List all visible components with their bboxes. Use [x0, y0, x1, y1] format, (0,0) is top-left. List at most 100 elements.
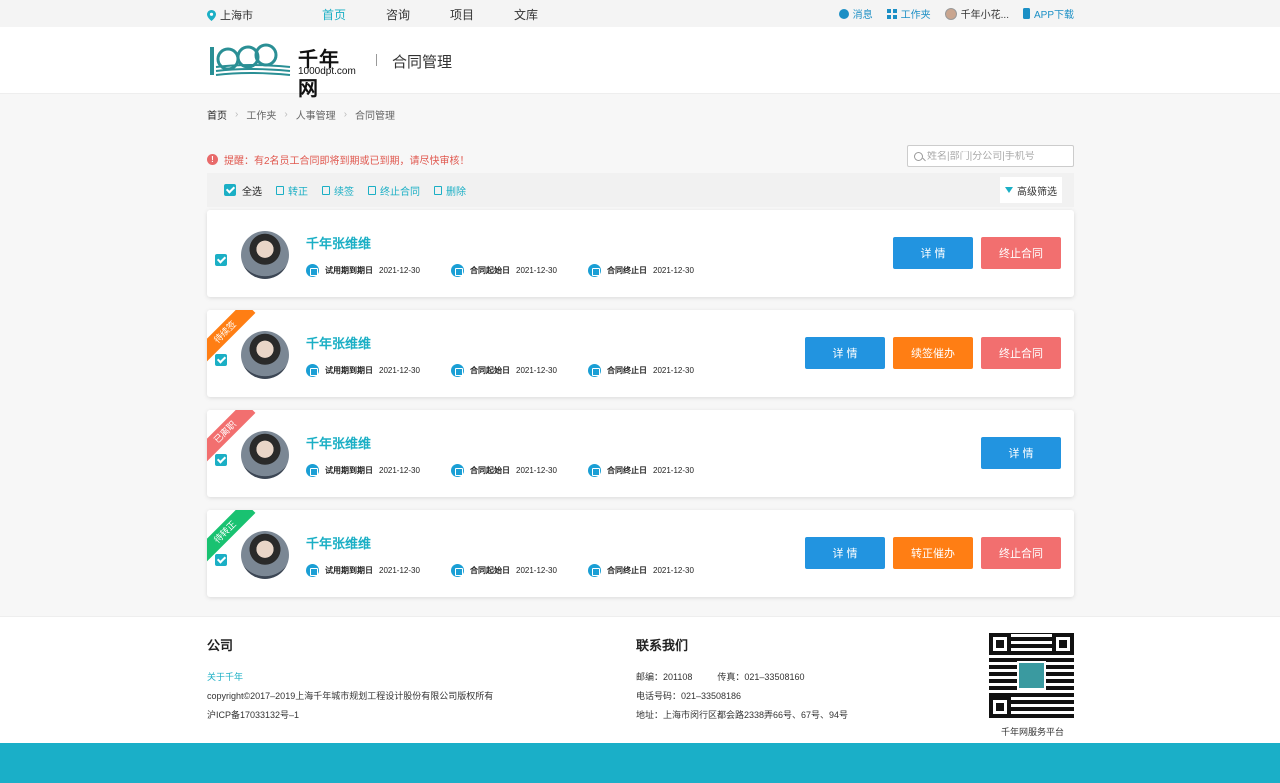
copyright-text: copyright©2017–2019上海千年城市规划工程设计股份有限公司版权所…: [207, 691, 494, 701]
search-box: [907, 145, 1074, 167]
nav-library[interactable]: 文库: [514, 6, 538, 23]
location-label: 上海市: [220, 10, 253, 22]
regularize-button[interactable]: 转正: [276, 183, 308, 198]
chevron-right-icon: ›: [284, 109, 288, 120]
bottom-band: [0, 743, 1280, 783]
terminate-button[interactable]: 终止合同: [368, 183, 420, 198]
date-value: 2021-12-30: [516, 566, 557, 575]
calendar-icon: [306, 264, 319, 277]
employee-name[interactable]: 千年张维维: [306, 533, 371, 552]
location-selector[interactable]: 上海市: [207, 7, 253, 23]
advanced-filter-label: 高级筛选: [1017, 186, 1057, 198]
renew-button[interactable]: 续签: [322, 183, 354, 198]
card-button[interactable]: 详 情: [981, 437, 1061, 469]
card-button[interactable]: 终止合同: [981, 537, 1061, 569]
site-logo[interactable]: 千年网 1000dpt.com: [208, 41, 360, 100]
date-value: 2021-12-30: [379, 266, 420, 275]
user-menu[interactable]: 千年小花...: [944, 6, 1009, 21]
nav-consult[interactable]: 咨询: [386, 6, 410, 23]
date-value: 2021-12-30: [653, 266, 694, 275]
avatar: [241, 331, 289, 379]
card-button[interactable]: 终止合同: [981, 237, 1061, 269]
delete-label: 删除: [446, 186, 466, 198]
nav-projects[interactable]: 项目: [450, 6, 474, 23]
date-label: 试用期到期日: [325, 466, 373, 475]
date-label: 合同起始日: [470, 566, 510, 575]
site-footer: 公司 关于千年 copyright©2017–2019上海千年城市规划工程设计股…: [0, 616, 1280, 743]
postcode-fax-line: 邮编：201108 传真：021–33508160: [636, 668, 848, 687]
card-button[interactable]: 详 情: [805, 537, 885, 569]
warning-icon: !: [207, 154, 218, 165]
row-checkbox[interactable]: [215, 454, 227, 466]
qr-logo: [1017, 661, 1046, 690]
calendar-icon: [306, 564, 319, 577]
calendar-icon: [588, 264, 601, 277]
footer-company-title: 公司: [207, 638, 234, 653]
date-field: 试用期到期日 2021-12-30: [306, 264, 451, 277]
date-field: 试用期到期日 2021-12-30: [306, 364, 451, 377]
date-field: 合同起始日 2021-12-30: [451, 564, 588, 577]
calendar-icon: [451, 264, 464, 277]
fax-text: 传真：021–33508160: [717, 672, 805, 682]
top-bar: 上海市 首页 咨询 项目 文库 消息 工作夹 千年小花... APP下载: [0, 0, 1280, 27]
breadcrumb-workspace[interactable]: 工作夹: [246, 107, 276, 122]
app-download-label: APP下载: [1033, 10, 1074, 21]
checkbox-checked-icon: [224, 184, 236, 196]
logo-graphic-icon: [210, 43, 291, 76]
date-field: 合同终止日 2021-12-30: [588, 364, 698, 377]
row-checkbox[interactable]: [215, 554, 227, 566]
card-button[interactable]: 详 情: [805, 337, 885, 369]
row-checkbox[interactable]: [215, 254, 227, 266]
employee-name[interactable]: 千年张维维: [306, 233, 371, 252]
search-input[interactable]: [927, 150, 1067, 162]
date-field: 试用期到期日 2021-12-30: [306, 464, 451, 477]
about-link[interactable]: 关于千年: [207, 668, 493, 687]
avatar: [241, 231, 289, 279]
app-download-link[interactable]: APP下载: [1022, 6, 1074, 21]
top-nav: 首页 咨询 项目 文库: [322, 6, 538, 23]
workspace-label: 工作夹: [900, 10, 931, 21]
breadcrumb-home[interactable]: 首页: [207, 107, 227, 122]
workspace-link[interactable]: 工作夹: [886, 6, 931, 21]
breadcrumb-hr[interactable]: 人事管理: [296, 107, 336, 122]
card-button[interactable]: 续签催办: [893, 337, 973, 369]
terminate-label: 终止合同: [380, 186, 420, 198]
contract-card: 待转正 千年张维维 试用期到期日 2021-12-30 合同起始日 2021-12…: [207, 510, 1074, 597]
regularize-label: 转正: [288, 186, 308, 198]
date-value: 2021-12-30: [653, 466, 694, 475]
employee-name[interactable]: 千年张维维: [306, 333, 371, 352]
row-checkbox[interactable]: [215, 354, 227, 366]
document-icon: [276, 185, 284, 195]
nav-home[interactable]: 首页: [322, 6, 346, 23]
messages-label: 消息: [852, 10, 873, 21]
date-label: 合同终止日: [607, 366, 647, 375]
renew-label: 续签: [334, 186, 354, 198]
breadcrumb: 首页 › 工作夹 › 人事管理 › 合同管理: [207, 107, 395, 122]
date-value: 2021-12-30: [516, 466, 557, 475]
delete-button[interactable]: 删除: [434, 183, 466, 198]
footer-contact-title: 联系我们: [636, 638, 689, 653]
date-label: 试用期到期日: [325, 366, 373, 375]
card-button[interactable]: 详 情: [893, 237, 973, 269]
qr-corner: [989, 633, 1011, 655]
card-actions: 详 情转正催办 终止合同: [805, 537, 1061, 569]
messages-link[interactable]: 消息: [838, 6, 873, 21]
user-name: 千年小花...: [960, 10, 1009, 21]
advanced-filter-button[interactable]: 高级筛选: [1000, 177, 1062, 203]
date-value: 2021-12-30: [516, 366, 557, 375]
phone-text: 电话号码：021–33508186: [636, 691, 742, 701]
employee-name[interactable]: 千年张维维: [306, 433, 371, 452]
select-all-checkbox[interactable]: 全选: [224, 183, 262, 198]
card-actions: 详 情: [981, 437, 1061, 469]
card-button[interactable]: 终止合同: [981, 337, 1061, 369]
contract-dates: 试用期到期日 2021-12-30 合同起始日 2021-12-30 合同终止日…: [306, 264, 698, 277]
date-label: 合同终止日: [607, 466, 647, 475]
card-button[interactable]: 转正催办: [893, 537, 973, 569]
calendar-icon: [451, 464, 464, 477]
contract-card: 待续签 千年张维维 试用期到期日 2021-12-30 合同起始日 2021-12…: [207, 310, 1074, 397]
qr-caption: 千年网服务平台: [1001, 727, 1065, 737]
date-value: 2021-12-30: [653, 566, 694, 575]
calendar-icon: [306, 464, 319, 477]
calendar-icon: [451, 364, 464, 377]
card-actions: 详 情终止合同: [893, 237, 1061, 269]
